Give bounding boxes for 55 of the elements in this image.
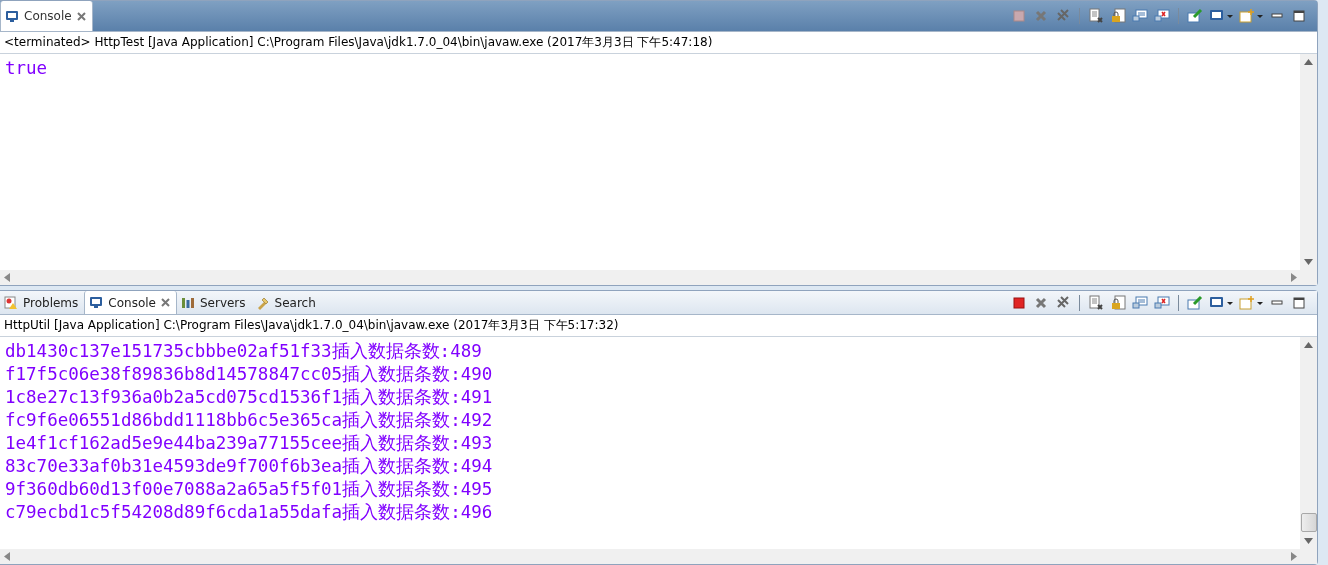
message-icon[interactable] — [1132, 294, 1148, 311]
process-description: <terminated> HttpTest [Java Application] C:\Program Files\Java\jdk1.7.0_04\bin\javaw.exe (2017年3月3日 下午5:47:18) — [0, 32, 1317, 54]
tab-label: Problems — [23, 295, 79, 310]
maximize-icon[interactable] — [1291, 294, 1307, 311]
vertical-scrollbar[interactable] — [1300, 337, 1317, 549]
horizontal-scrollbar[interactable] — [0, 549, 1317, 564]
console-line: 83c70e33af0b31e4593de9f700f6b3ea插入数据条数:494 — [5, 455, 493, 478]
tab-label: Search — [274, 295, 316, 310]
close-icon[interactable] — [76, 11, 86, 21]
console-line: fc9f6e06551d86bdd1118bb6c5e365ca插入数据条数:492 — [5, 409, 493, 432]
console-line: db1430c137e151735cbbbe02af51f33插入数据条数:489 — [5, 340, 482, 363]
view-tab[interactable]: Problems — [0, 291, 85, 314]
problems-icon — [4, 295, 18, 310]
error-message-icon[interactable] — [1154, 294, 1170, 311]
scroll-left-icon[interactable] — [4, 552, 10, 561]
terminate-icon[interactable] — [1011, 294, 1027, 311]
close-icon[interactable] — [160, 298, 170, 307]
scroll-right-icon[interactable] — [1291, 552, 1297, 561]
scroll-down-icon[interactable] — [1304, 538, 1313, 544]
scrollbar-thumb[interactable] — [1300, 513, 1317, 532]
error-message-icon[interactable] — [1154, 8, 1170, 24]
scroll-up-icon[interactable] — [1304, 59, 1313, 65]
process-description: HttpUtil [Java Application] C:\Program Files\Java\jdk1.7.0_04\bin\javaw.exe (2017年3月3日 下午5:17:32) — [0, 315, 1317, 337]
console-line: 1c8e27c13f936a0b2a5cd075cd1536f1插入数据条数:491 — [5, 386, 493, 409]
view-tab[interactable]: Console — [84, 291, 177, 314]
horizontal-scrollbar[interactable] — [0, 270, 1317, 285]
servers-icon — [180, 295, 195, 310]
console-line: true — [5, 57, 48, 80]
console-icon — [5, 9, 19, 23]
new-console-icon[interactable] — [1239, 294, 1263, 311]
view-tab[interactable]: Servers — [176, 291, 252, 314]
document-icon[interactable] — [1088, 8, 1104, 24]
document-icon[interactable] — [1088, 294, 1104, 311]
console-icon — [89, 296, 104, 309]
lock-icon[interactable] — [1110, 8, 1126, 24]
scroll-right-icon[interactable] — [1291, 273, 1297, 282]
scroll-left-icon[interactable] — [4, 273, 10, 282]
console-line: f17f5c06e38f89836b8d14578847cc05插入数据条数:490 — [5, 363, 493, 386]
console-line: 1e4f1cf162ad5e9e44ba239a77155cee插入数据条数:493 — [5, 432, 493, 455]
lock-icon[interactable] — [1110, 294, 1126, 311]
tab-label: Console — [24, 9, 72, 23]
view-tab[interactable]: Console — [0, 1, 93, 31]
scroll-down-icon[interactable] — [1304, 259, 1313, 265]
pin-icon[interactable] — [1187, 8, 1203, 24]
tab-label: Servers — [199, 295, 246, 310]
vertical-scrollbar[interactable] — [1300, 54, 1317, 270]
scroll-up-icon[interactable] — [1304, 342, 1313, 348]
maximize-icon[interactable] — [1291, 8, 1307, 24]
console-line: 9f360db60d13f00e7088a2a65a5f5f01插入数据条数:495 — [5, 478, 493, 501]
tab-label: Console — [108, 295, 156, 310]
new-console-icon[interactable] — [1239, 8, 1263, 24]
pin-icon[interactable] — [1187, 294, 1203, 311]
message-icon[interactable] — [1132, 8, 1148, 24]
console-line: c79ecbd1c5f54208d89f6cda1a55dafa插入数据条数:496 — [5, 501, 493, 524]
view-tab[interactable]: Search — [251, 291, 322, 314]
